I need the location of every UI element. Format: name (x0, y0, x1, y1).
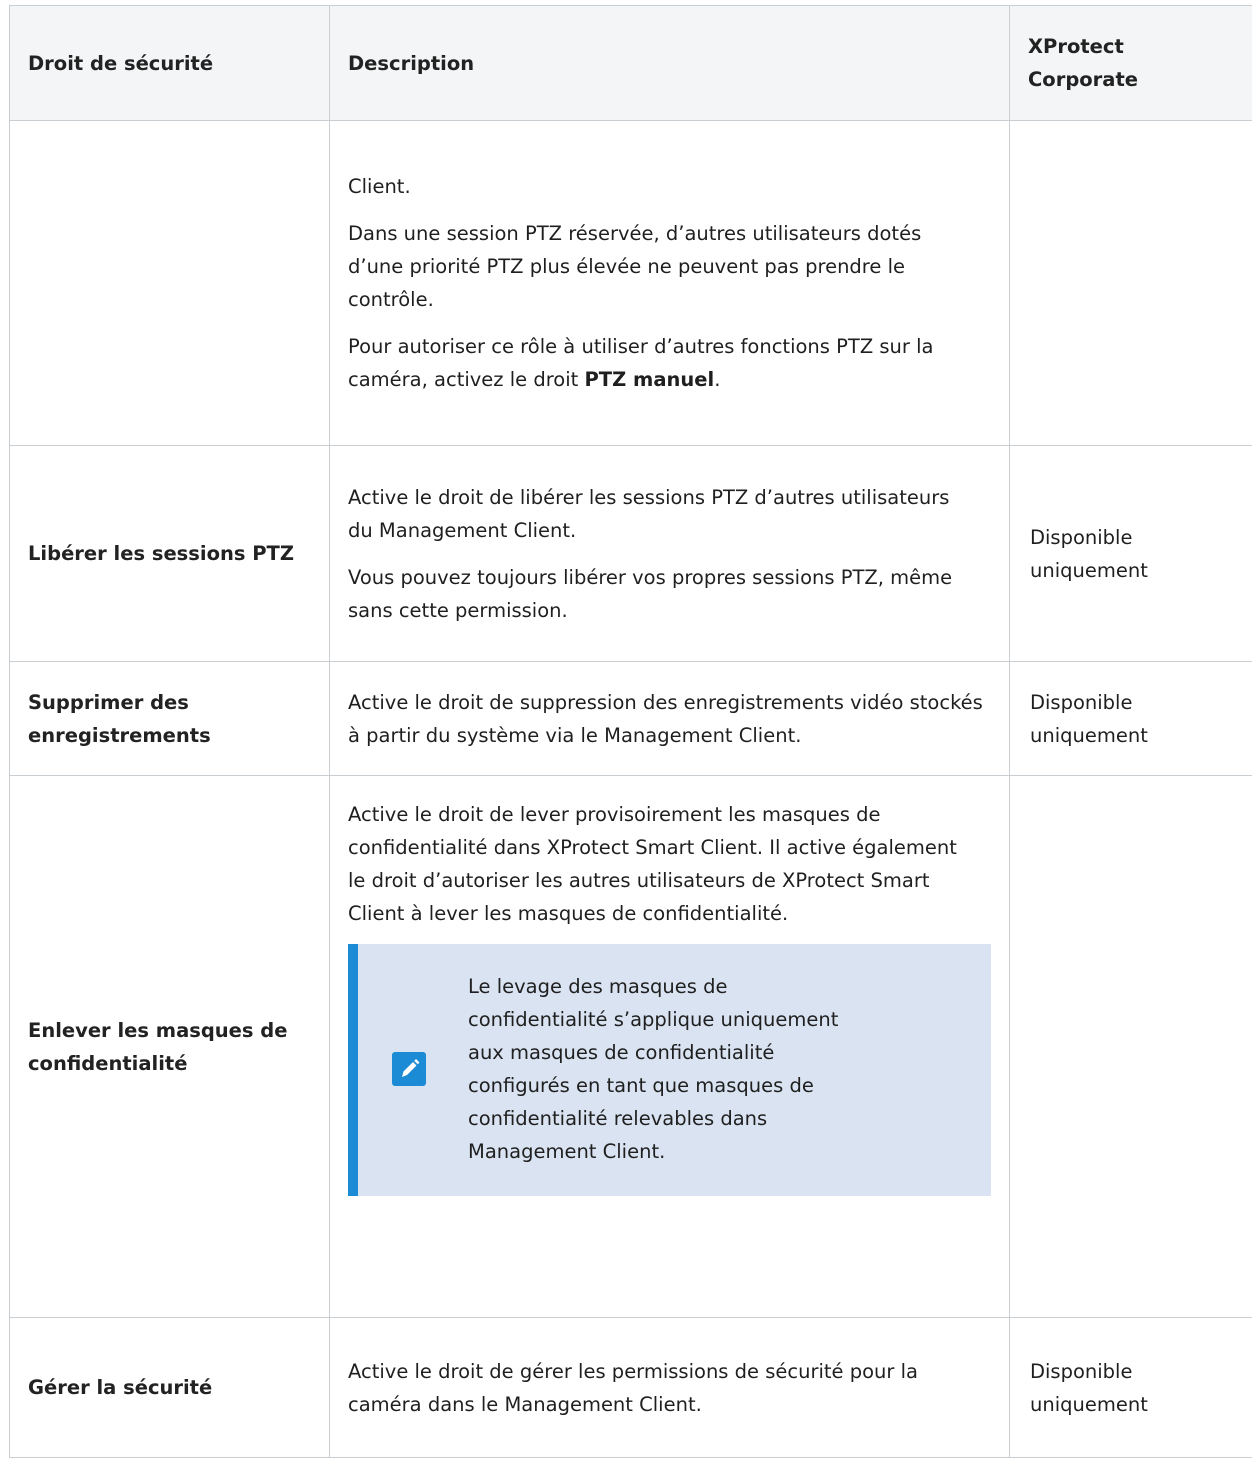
right-name: Enlever les masques de confidentialité (10, 776, 330, 1318)
desc-bold-right-name: PTZ manuel (585, 368, 715, 391)
right-name: Libérer les sessions PTZ (10, 446, 330, 662)
header-description: Description (330, 6, 1010, 121)
right-description: Active le droit de suppression des enreg… (330, 662, 1010, 776)
table-row: Enlever les masques de confidentialité A… (10, 776, 1252, 1318)
availability (1010, 121, 1252, 446)
availability: Disponible uniquement (1010, 1318, 1252, 1458)
note-callout: Le levage des masques de confidentialité… (348, 944, 991, 1196)
note-text: Le levage des masques de confidentialité… (468, 970, 971, 1168)
table-row: Libérer les sessions PTZ Active le droit… (10, 446, 1252, 662)
desc-paragraph: Pour autoriser ce rôle à utiliser d’autr… (348, 330, 991, 396)
desc-paragraph: Active le droit de gérer les permissions… (348, 1355, 991, 1421)
right-name: Gérer la sécurité (10, 1318, 330, 1458)
table-header-row: Droit de sécurité Description XProtect C… (10, 6, 1252, 121)
availability-line1: Disponible (1030, 1360, 1132, 1383)
availability-line2: uniquement (1030, 1393, 1148, 1416)
right-description: Client. Dans une session PTZ réservée, d… (330, 121, 1010, 446)
pencil-icon (392, 1052, 426, 1086)
desc-paragraph: Active le droit de lever provisoirement … (348, 798, 991, 930)
availability-line2: uniquement (1030, 559, 1148, 582)
right-name (10, 121, 330, 446)
right-name: Supprimer des enregistrements (10, 662, 330, 776)
header-security-right: Droit de sécurité (10, 6, 330, 121)
availability-line1: Disponible (1030, 691, 1132, 714)
right-description: Active le droit de lever provisoirement … (330, 776, 1010, 1318)
availability: Disponible uniquement (1010, 662, 1252, 776)
header-xprotect-corporate: XProtect Corporate (1010, 6, 1252, 121)
right-name-line2: confidentialité (28, 1052, 187, 1075)
right-name-line1: Enlever les masques de (28, 1019, 288, 1042)
desc-paragraph: Active le droit de libérer les sessions … (348, 481, 991, 547)
right-name-line1: Supprimer des (28, 691, 189, 714)
desc-text: . (714, 368, 720, 391)
security-rights-table: Droit de sécurité Description XProtect C… (9, 5, 1252, 1458)
desc-paragraph: Client. (348, 170, 991, 203)
availability (1010, 776, 1252, 1318)
desc-paragraph: Vous pouvez toujours libérer vos propres… (348, 561, 991, 627)
availability-line2: uniquement (1030, 724, 1148, 747)
table-row: Gérer la sécurité Active le droit de gér… (10, 1318, 1252, 1458)
header-col3-line2: Corporate (1028, 68, 1138, 91)
right-name-line2: enregistrements (28, 724, 211, 747)
availability-line1: Disponible (1030, 526, 1132, 549)
table-row: Client. Dans une session PTZ réservée, d… (10, 121, 1252, 446)
availability: Disponible uniquement (1010, 446, 1252, 662)
right-description: Active le droit de gérer les permissions… (330, 1318, 1010, 1458)
table-row: Supprimer des enregistrements Active le … (10, 662, 1252, 776)
header-col3-line1: XProtect (1028, 35, 1124, 58)
desc-paragraph: Active le droit de suppression des enreg… (348, 686, 991, 752)
desc-paragraph: Dans une session PTZ réservée, d’autres … (348, 217, 991, 316)
right-description: Active le droit de libérer les sessions … (330, 446, 1010, 662)
